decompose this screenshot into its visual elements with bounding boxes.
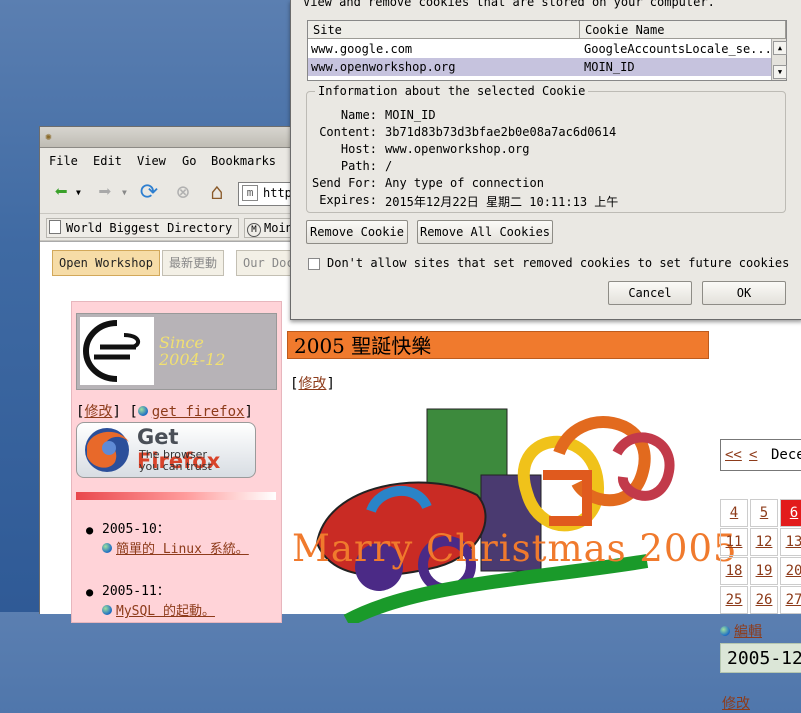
article-title: 2005 聖誕快樂 bbox=[287, 331, 709, 359]
calendar-prev-year-link[interactable]: << bbox=[725, 447, 742, 463]
scroll-up-icon[interactable]: ▲ bbox=[773, 41, 787, 55]
nav-tab-open-workshop[interactable]: Open Workshop bbox=[52, 250, 160, 276]
app-icon: ✺ bbox=[45, 130, 52, 143]
entry-link[interactable]: 簡單的 Linux 系統。 bbox=[116, 542, 249, 557]
sidebar-links: [修改] [get firefox] bbox=[76, 404, 253, 420]
edit-link[interactable]: 修改 bbox=[84, 404, 112, 420]
info-row-host: Host: www.openworkshop.org bbox=[340, 142, 530, 156]
cookie-manager-dialog: View and remove cookies that are stored … bbox=[290, 0, 801, 320]
info-row-content: Content: 3b71d83b73d3bfae2b0e08a7ac6d0614 bbox=[319, 125, 617, 139]
calendar-day[interactable]: 26 bbox=[750, 586, 778, 614]
calendar-day[interactable]: 27 bbox=[780, 586, 801, 614]
page-icon bbox=[49, 220, 61, 234]
entry-list: ● 2005-10： 簡單的 Linux 系統。 ● 2005-11： MySQL … bbox=[86, 520, 280, 622]
firefox-logo-icon bbox=[85, 428, 129, 472]
nav-tab-recent-changes[interactable]: 最新更動 bbox=[162, 250, 225, 276]
menu-view[interactable]: View bbox=[137, 154, 166, 168]
calendar-prev-month-link[interactable]: < bbox=[749, 447, 757, 463]
calendar-day[interactable]: 11 bbox=[720, 528, 748, 556]
logo-banner: Since 2004-12 bbox=[76, 313, 277, 390]
get-firefox-link[interactable]: get firefox bbox=[152, 404, 245, 420]
date-heading: 2005-12 bbox=[720, 643, 801, 673]
calendar-month-label: Dece bbox=[771, 447, 801, 463]
url-text: http bbox=[263, 186, 292, 200]
info-row-name: Name: MOIN_ID bbox=[340, 108, 436, 122]
calendar-header: << < Dece bbox=[720, 439, 801, 471]
calendar-day-today[interactable]: 6 bbox=[780, 499, 801, 527]
back-dropdown-icon[interactable]: ▼ bbox=[76, 188, 81, 197]
cell-site: www.openworkshop.org bbox=[311, 60, 456, 74]
cookie-info-legend: Information about the selected Cookie bbox=[315, 84, 589, 98]
christmas-illustration bbox=[315, 408, 675, 623]
edit-row: 編輯 bbox=[720, 621, 762, 641]
bookmark-label: Moin bbox=[264, 221, 293, 235]
calendar-day[interactable]: 19 bbox=[750, 557, 778, 585]
moin-icon: M bbox=[247, 223, 261, 237]
cell-cookie-name: GoogleAccountsLocale_se... bbox=[584, 42, 770, 56]
menu-file[interactable]: File bbox=[49, 154, 78, 168]
main-article: 2005 聖誕快樂 [修改] Marry Christmas 2005 bbox=[287, 327, 737, 623]
menu-bookmarks[interactable]: Bookmarks bbox=[211, 154, 276, 168]
calendar-day[interactable]: 12 bbox=[750, 528, 778, 556]
cookie-info-group: Information about the selected Cookie Na… bbox=[306, 84, 786, 213]
info-row-path: Path: / bbox=[340, 159, 393, 173]
sidebar: Since 2004-12 [修改] [get firefox] Get Fir… bbox=[71, 301, 282, 623]
globe-icon bbox=[137, 406, 148, 416]
table-scrollbar[interactable]: ▲ ▼ bbox=[771, 39, 787, 80]
scroll-down-icon[interactable]: ▼ bbox=[773, 65, 787, 79]
entry-month: 2005-10： bbox=[102, 522, 170, 537]
cell-site: www.google.com bbox=[311, 42, 413, 56]
right-sidebar: << < Dece 4 5 6 11 12 13 18 19 20 25 26 … bbox=[720, 435, 801, 712]
menu-edit[interactable]: Edit bbox=[93, 154, 122, 168]
globe-icon bbox=[720, 626, 730, 636]
remove-cookie-button[interactable]: Remove Cookie bbox=[306, 220, 408, 244]
get-firefox-badge[interactable]: Get Firefox The browser you can trust bbox=[76, 422, 256, 478]
calendar-day[interactable]: 13 bbox=[780, 528, 801, 556]
info-row-expires: Expires: 2015年12月22日 星期二 10:11:13 上午 bbox=[319, 193, 619, 209]
back-arrow-icon[interactable]: ⬅ bbox=[46, 178, 76, 206]
home-icon[interactable]: ⌂ bbox=[202, 178, 232, 206]
ok-button[interactable]: OK bbox=[702, 281, 786, 305]
bookmark-world-biggest-directory[interactable]: World Biggest Directory bbox=[46, 218, 240, 238]
dialog-description: View and remove cookies that are stored … bbox=[303, 0, 715, 9]
entry-month: 2005-11： bbox=[102, 584, 170, 599]
since-label: Since bbox=[159, 333, 204, 352]
site-favicon-icon: m bbox=[242, 185, 258, 201]
calendar-day[interactable]: 25 bbox=[720, 586, 748, 614]
table-row-selected[interactable]: www.openworkshop.org MOIN_ID bbox=[308, 58, 772, 76]
remove-all-cookies-button[interactable]: Remove All Cookies bbox=[417, 220, 553, 244]
calendar-day[interactable]: 18 bbox=[720, 557, 748, 585]
decorative-gradient-bar bbox=[76, 492, 276, 500]
menu-go[interactable]: Go bbox=[182, 154, 196, 168]
cancel-button[interactable]: Cancel bbox=[608, 281, 692, 305]
reload-icon[interactable]: ⟳ bbox=[134, 178, 164, 206]
list-item: ● 2005-11： MySQL 的起動。 bbox=[86, 584, 215, 619]
stop-icon[interactable]: ⊗ bbox=[168, 178, 198, 206]
bottom-edit-link[interactable]: 修改 bbox=[722, 696, 750, 712]
bookmark-label: World Biggest Directory bbox=[66, 221, 233, 235]
column-header-site[interactable]: Site bbox=[308, 21, 580, 39]
info-row-send-for: Send For: Any type of connection bbox=[311, 176, 544, 190]
globe-icon bbox=[102, 543, 112, 553]
checkbox-label: Don't allow sites that set removed cooki… bbox=[327, 256, 790, 270]
site-logo bbox=[80, 317, 154, 385]
cell-cookie-name: MOIN_ID bbox=[584, 60, 635, 74]
table-row[interactable]: www.google.com GoogleAccountsLocale_se..… bbox=[308, 40, 772, 58]
calendar-day[interactable]: 20 bbox=[780, 557, 801, 585]
list-item: ● 2005-10： 簡單的 Linux 系統。 bbox=[86, 522, 249, 557]
cookie-table: Site Cookie Name www.google.com GoogleAc… bbox=[307, 20, 787, 81]
forward-dropdown-icon[interactable]: ▼ bbox=[122, 188, 127, 197]
column-header-cookie-name[interactable]: Cookie Name bbox=[580, 21, 786, 39]
globe-icon bbox=[102, 605, 112, 615]
forward-arrow-icon[interactable]: ➡ bbox=[90, 178, 120, 206]
block-removed-cookies-checkbox[interactable] bbox=[308, 258, 320, 270]
edit-small-link[interactable]: 編輯 bbox=[734, 624, 762, 640]
calendar-day[interactable]: 4 bbox=[720, 499, 748, 527]
bottom-edit: 修改 bbox=[722, 693, 750, 713]
since-date: 2004-12 bbox=[159, 350, 226, 369]
christmas-banner-text: Marry Christmas 2005 bbox=[292, 527, 738, 570]
calendar-day[interactable]: 5 bbox=[750, 499, 778, 527]
badge-subtitle: The browser you can trust bbox=[139, 448, 212, 473]
logo-since-text: Since 2004-12 bbox=[159, 334, 225, 368]
